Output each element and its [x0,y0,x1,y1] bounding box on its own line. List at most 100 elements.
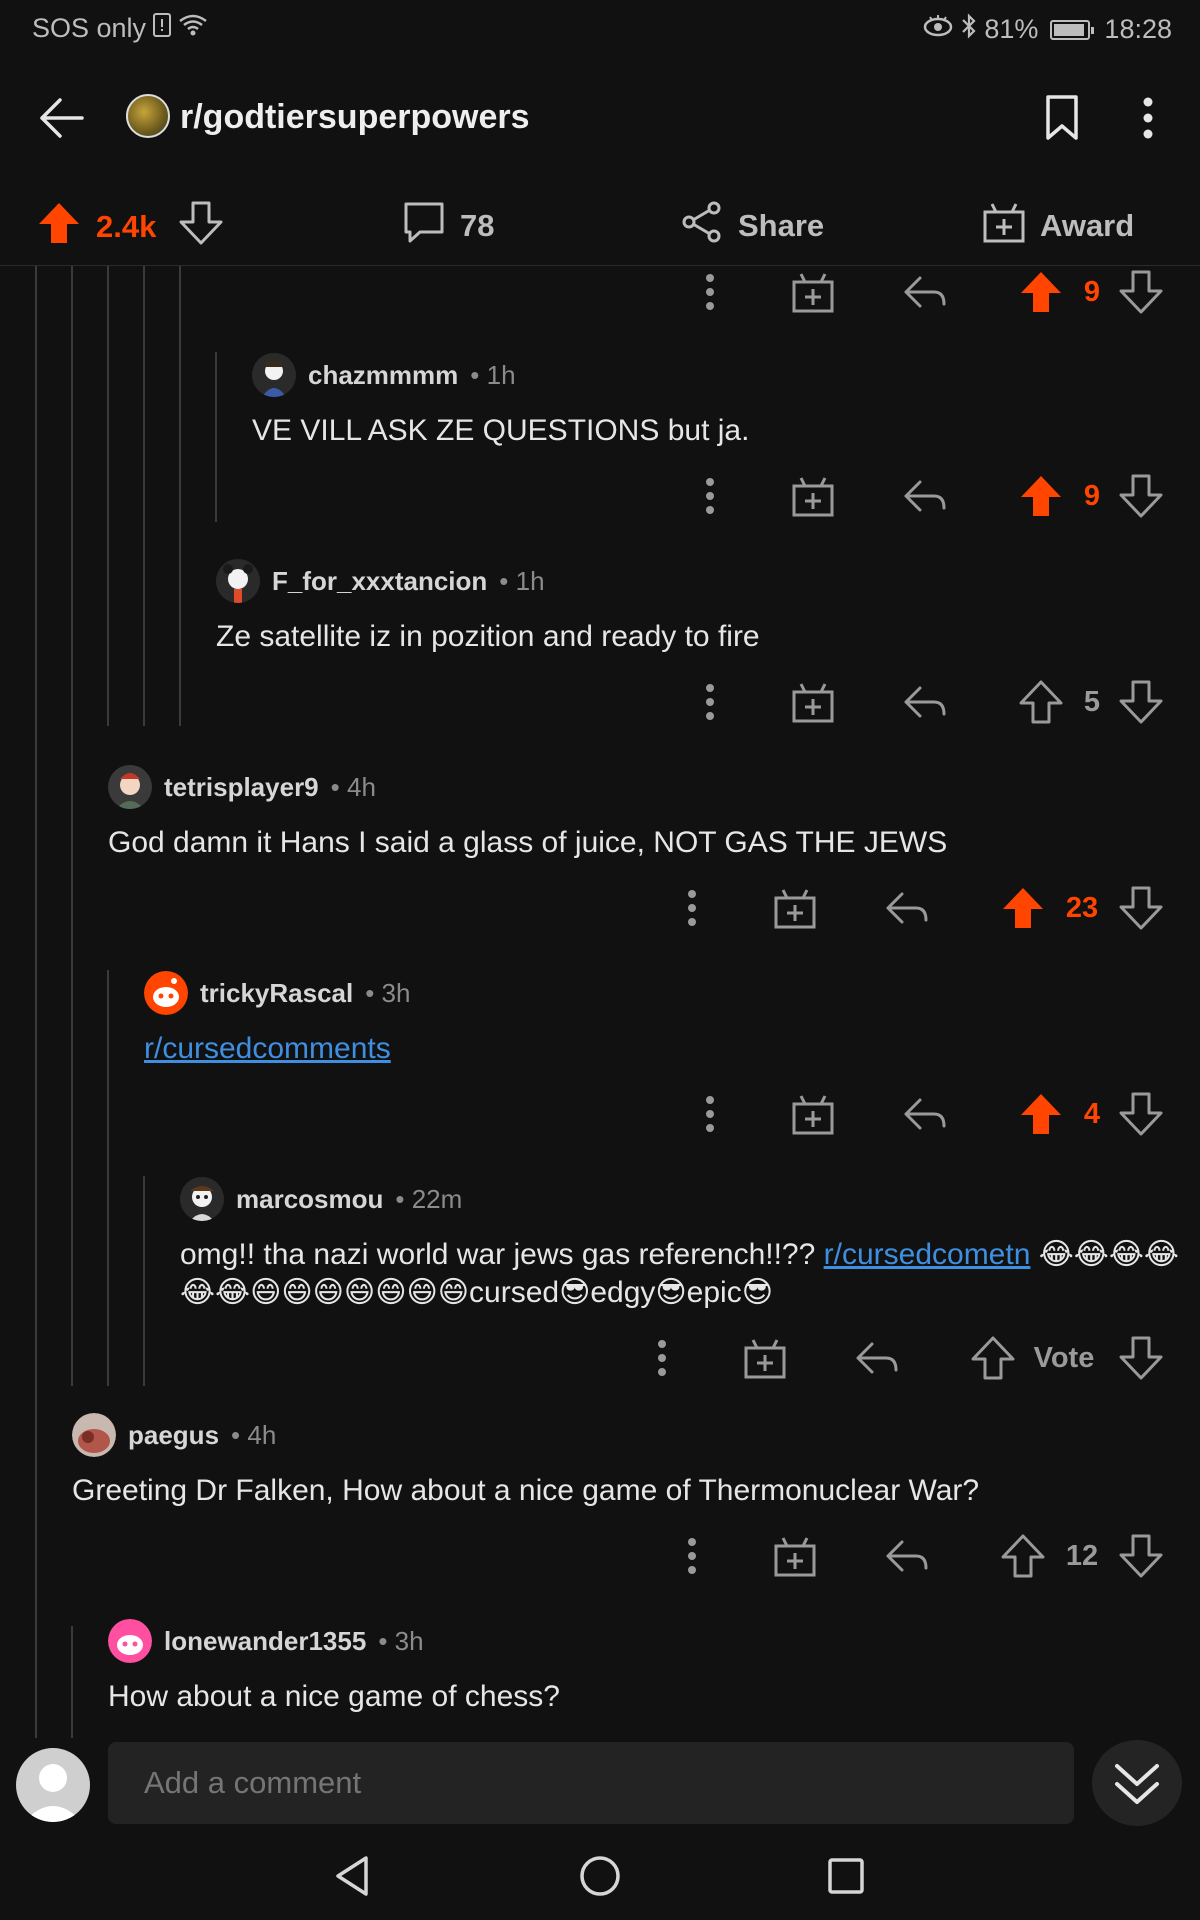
bookmark-icon[interactable] [1044,94,1080,142]
comment-body: God damn it Hans I said a glass of juice… [108,826,948,859]
reply-arrow-icon[interactable] [900,1084,950,1144]
subreddit-avatar[interactable] [126,94,170,138]
upvote-icon[interactable] [968,1328,1018,1388]
avatar[interactable] [108,765,152,809]
user-avatar[interactable] [16,1748,90,1822]
award-gift-icon[interactable] [770,878,820,938]
reply-arrow-icon[interactable] [900,466,950,526]
more-options-icon[interactable] [690,1084,730,1144]
reply-arrow-icon[interactable] [852,1328,902,1388]
avatar[interactable] [216,559,260,603]
more-options-icon[interactable] [672,878,712,938]
more-options-icon[interactable] [672,1526,712,1586]
comment-actions: 4 [660,1084,1180,1144]
downvote-icon[interactable] [1116,878,1166,938]
thread-line[interactable] [143,266,145,726]
nav-home-icon[interactable] [578,1854,622,1903]
comment[interactable]: marcosmou • 22m omg!! tha nazi world war… [180,1176,1180,1312]
award-button[interactable]: Award [982,200,1134,252]
comment-score: 5 [1083,685,1101,718]
downvote-icon[interactable] [178,200,224,254]
downvote-icon[interactable] [1116,266,1166,322]
subreddit-link[interactable]: r/cursedcometn [824,1238,1031,1271]
award-gift-icon[interactable] [740,1328,790,1388]
upvote-icon[interactable] [36,200,82,254]
award-gift-icon[interactable] [788,1084,838,1144]
reply-arrow-icon[interactable] [900,672,950,732]
comment-actions: 23 [642,878,1180,938]
avatar[interactable] [144,971,188,1015]
comment[interactable]: lonewander1355 • 3h How about a nice gam… [108,1618,1168,1716]
comments-count-button[interactable]: 78 [402,200,494,252]
more-options-icon[interactable] [690,672,730,732]
upvote-icon[interactable] [998,1526,1048,1586]
award-label: Award [1040,208,1135,243]
avatar[interactable] [180,1177,224,1221]
thread-line[interactable] [179,266,181,726]
downvote-icon[interactable] [1116,1328,1166,1388]
avatar[interactable] [72,1413,116,1457]
comment-body: Greeting Dr Falken, How about a nice gam… [72,1474,980,1507]
comment-username[interactable]: tetrisplayer9 [164,772,319,803]
thread-line[interactable] [71,1626,73,1738]
more-options-icon[interactable] [642,1328,682,1388]
comment-input[interactable] [108,1742,1074,1824]
more-options-icon[interactable] [690,466,730,526]
downvote-icon[interactable] [1116,672,1166,732]
comment[interactable]: F_for_xxxtancion • 1h Ze satellite iz in… [216,558,1166,656]
upvote-icon[interactable] [998,878,1048,938]
thread-line[interactable] [107,970,109,1386]
reply-arrow-icon[interactable] [882,1526,932,1586]
comment[interactable]: paegus • 4h Greeting Dr Falken, How abou… [72,1412,1172,1510]
comment-meta: chazmmmm • 1h [252,352,1172,398]
thread-line[interactable] [215,352,217,522]
back-arrow-icon[interactable] [36,92,88,144]
comment-body: r/cursedcomments [144,1030,1164,1068]
avatar[interactable] [108,1619,152,1663]
comment-actions: Vote [612,1328,1180,1388]
reply-arrow-icon[interactable] [882,878,932,938]
subreddit-link[interactable]: r/cursedcomments [144,1032,391,1065]
battery-icon [1050,19,1095,40]
avatar[interactable] [252,353,296,397]
award-gift-icon[interactable] [788,466,838,526]
comment-time: • 3h [378,1625,424,1656]
upvote-icon[interactable] [1016,266,1066,322]
thread-line[interactable] [71,266,73,1386]
comment-score: 23 [1065,891,1099,924]
comment[interactable]: chazmmmm • 1h VE VILL ASK ZE QUESTIONS b… [252,352,1172,450]
comment[interactable]: tetrisplayer9 • 4h God damn it Hans I sa… [108,764,1168,862]
award-gift-icon[interactable] [770,1526,820,1586]
comment-username[interactable]: trickyRascal [200,978,353,1009]
bottom-bar [0,1738,1200,1920]
downvote-icon[interactable] [1116,1084,1166,1144]
more-options-icon[interactable] [690,266,730,322]
nav-recents-icon[interactable] [826,1856,866,1901]
reply-arrow-icon[interactable] [900,266,950,322]
more-options-icon[interactable] [1142,96,1154,140]
comment-username[interactable]: lonewander1355 [164,1626,366,1657]
comment-meta: F_for_xxxtancion • 1h [216,558,1166,604]
comment[interactable]: trickyRascal • 3h r/cursedcomments [144,970,1164,1068]
upvote-icon[interactable] [1016,466,1066,526]
comment-meta: tetrisplayer9 • 4h [108,764,1168,810]
clock: 18:28 [1104,14,1172,44]
comment-username[interactable]: F_for_xxxtancion [272,566,487,597]
comment-username[interactable]: paegus [128,1420,219,1451]
upvote-icon[interactable] [1016,672,1066,732]
nav-back-icon[interactable] [332,1854,372,1903]
comment-thread[interactable]: 9 chazmmmm • 1h VE VILL ASK ZE QUESTIONS… [0,266,1200,1738]
downvote-icon[interactable] [1116,466,1166,526]
thread-line[interactable] [143,1176,145,1386]
award-gift-icon[interactable] [788,672,838,732]
downvote-icon[interactable] [1116,1526,1166,1586]
collapse-threads-button[interactable] [1092,1740,1182,1826]
share-button[interactable]: Share [680,200,824,252]
thread-line[interactable] [107,266,109,726]
thread-line[interactable] [35,266,37,1738]
comment-username[interactable]: chazmmmm [308,360,458,391]
award-gift-icon[interactable] [788,266,838,322]
comment-username[interactable]: marcosmou [236,1184,383,1215]
upvote-icon[interactable] [1016,1084,1066,1144]
subreddit-name[interactable]: r/godtiersuperpowers [180,98,530,137]
